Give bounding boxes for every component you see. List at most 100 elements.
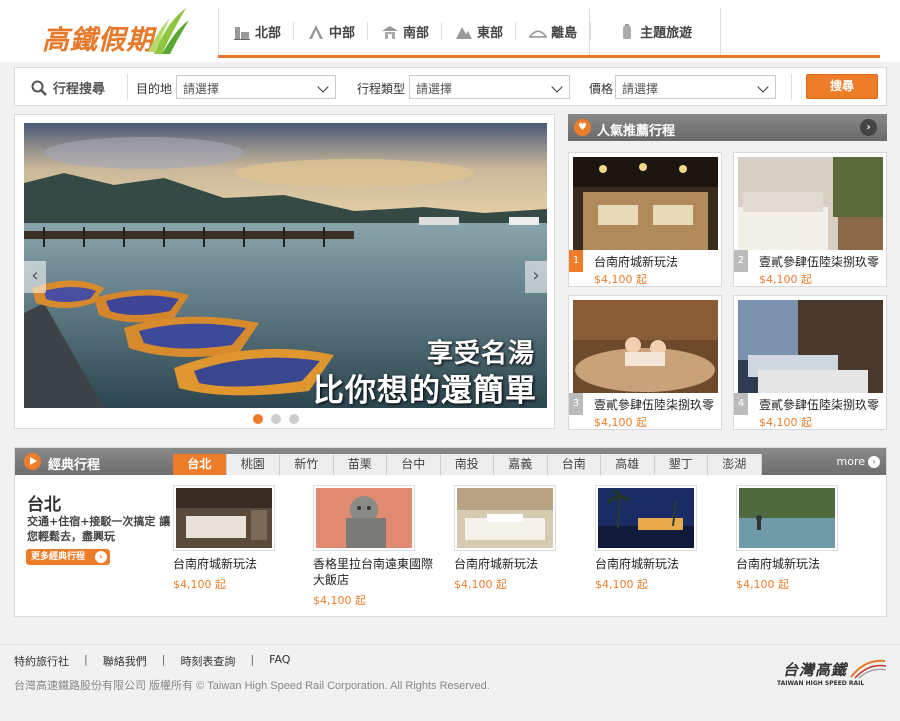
chevron-down-icon: [317, 81, 329, 93]
copyright-text: 台灣高速鐵路股份有限公司 版權所有 © Taiwan High Speed Ra…: [14, 680, 490, 692]
price-select[interactable]: 請選擇: [615, 75, 776, 99]
tab-city[interactable]: 高雄: [601, 454, 655, 475]
slide-dot-2[interactable]: [271, 414, 281, 424]
nav-label: 南部: [403, 26, 430, 41]
trip-type-label: 行程類型: [357, 82, 406, 96]
classic-more-link[interactable]: more ›: [837, 455, 880, 468]
trip-name: 壹貳參肆伍陸柒捌玖零: [759, 255, 880, 269]
tab-city[interactable]: 墾丁: [654, 454, 708, 475]
tab-city[interactable]: 台南: [547, 454, 601, 475]
logo-swoosh-icon: [148, 8, 189, 54]
chevron-right-icon: ›: [868, 455, 880, 468]
slide-dot-3[interactable]: [289, 414, 299, 424]
popular-card[interactable]: 3 壹貳參肆伍陸柒捌玖零 $4,100 起: [568, 295, 722, 430]
trip-name: 香格里拉台南遠東國際大飯店: [313, 557, 434, 587]
destination-label: 目的地: [136, 82, 173, 96]
trip-type-select[interactable]: 請選擇: [409, 75, 570, 99]
slide-next-arrow[interactable]: ›: [525, 261, 547, 293]
nav-label: 離島: [551, 26, 578, 41]
tower-icon: [309, 24, 324, 39]
trip-photo: [313, 485, 415, 551]
more-classic-trips-button[interactable]: 更多經典行程 ›: [26, 549, 110, 565]
popular-card[interactable]: 1 台南府城新玩法 $4,100 起: [568, 152, 722, 287]
search-icon: [31, 80, 47, 96]
nav-item-central[interactable]: 中部: [293, 8, 367, 55]
classic-card[interactable]: 香格里拉台南遠東國際大飯店 $4,100 起: [313, 485, 433, 608]
popular-trips-header: ♥ 人氣推薦行程 ›: [568, 114, 887, 141]
slide-prev-arrow[interactable]: ‹: [24, 261, 46, 293]
rank-badge: 1: [569, 250, 583, 272]
tab-city[interactable]: 新竹: [280, 454, 334, 475]
thsr-logo-en: TAIWAN HIGH SPEED RAIL: [777, 680, 865, 687]
footer-separator: |: [161, 653, 166, 666]
logo-text: 高鐵假期: [42, 25, 154, 56]
footer-link-contact[interactable]: 聯絡我們: [103, 653, 147, 669]
tab-city[interactable]: 桃園: [226, 454, 280, 475]
tab-city[interactable]: 台中: [387, 454, 441, 475]
search-title: 行程搜尋: [31, 78, 105, 97]
nav-label: 北部: [255, 26, 282, 41]
trip-name: 壹貳參肆伍陸柒捌玖零: [594, 398, 715, 412]
trip-price: $4,100 起: [594, 273, 647, 286]
classic-card[interactable]: 台南府城新玩法 $4,100 起: [736, 485, 846, 592]
nav-item-south[interactable]: 南部: [367, 8, 441, 55]
play-icon: [24, 453, 41, 470]
region-nav: 北部 中部 南部 東部 離島 主題旅遊: [218, 8, 881, 58]
tab-city[interactable]: 台北: [173, 454, 227, 475]
bridge-icon: [529, 29, 548, 38]
nav-item-themed-travel[interactable]: 主題旅遊: [589, 8, 720, 55]
lantern-icon: [623, 23, 632, 39]
trip-photo: [738, 300, 883, 393]
popular-card[interactable]: 2 壹貳參肆伍陸柒捌玖零 $4,100 起: [733, 152, 887, 287]
classic-trips-header: 經典行程 台北 桃園 新竹 苗栗 台中 南投 嘉義 台南 高雄 墾丁 澎湖 mo…: [15, 448, 886, 475]
footer-link-faq[interactable]: FAQ: [269, 653, 290, 669]
region-name: 台北: [27, 495, 61, 515]
slide-pagination: [253, 414, 299, 424]
thsr-logo[interactable]: 台灣高鐵 TAIWAN HIGH SPEED RAIL: [777, 655, 887, 689]
nav-item-north[interactable]: 北部: [219, 8, 293, 55]
thsr-logo-cn: 台灣高鐵: [783, 661, 848, 679]
tab-city[interactable]: 南投: [440, 454, 494, 475]
tab-city[interactable]: 嘉義: [494, 454, 548, 475]
popular-trips-title: 人氣推薦行程: [597, 124, 676, 139]
popular-more-button[interactable]: ›: [860, 119, 877, 136]
trip-name: 台南府城新玩法: [173, 557, 258, 571]
classic-card[interactable]: 台南府城新玩法 $4,100 起: [173, 485, 283, 592]
classic-card[interactable]: 台南府城新玩法 $4,100 起: [454, 485, 564, 592]
trip-photo: [573, 157, 718, 250]
footer-link-timetable[interactable]: 時刻表查詢: [180, 653, 235, 669]
thsr-swoosh-icon: [850, 659, 887, 679]
nav-item-east[interactable]: 東部: [441, 8, 515, 55]
nav-label: 中部: [329, 26, 356, 41]
slide-caption-line2: 比你想的還簡單: [313, 373, 537, 408]
footer-separator: |: [250, 653, 255, 666]
trip-price: $4,100 起: [594, 416, 647, 429]
chevron-down-icon: [757, 81, 769, 93]
popular-card[interactable]: 4 壹貳參肆伍陸柒捌玖零 $4,100 起: [733, 295, 887, 430]
slide-dot-1[interactable]: [253, 414, 263, 424]
trip-photo: [573, 300, 718, 393]
tab-city[interactable]: 苗栗: [333, 454, 387, 475]
trip-name: 台南府城新玩法: [594, 255, 679, 269]
site-logo[interactable]: 高鐵假期: [40, 6, 190, 58]
search-button[interactable]: 搜尋: [806, 74, 878, 99]
trip-photo: [595, 485, 697, 551]
trip-name: 壹貳參肆伍陸柒捌玖零: [759, 398, 880, 412]
classic-card[interactable]: 台南府城新玩法 $4,100 起: [595, 485, 705, 592]
trip-price: $4,100 起: [595, 578, 648, 591]
destination-select[interactable]: 請選擇: [176, 75, 336, 99]
footer-link-agencies[interactable]: 特約旅行社: [14, 653, 69, 669]
hero-slideshow: 享受名湯 比你想的還簡單 ‹ ›: [14, 114, 555, 429]
heart-icon: ♥: [574, 119, 591, 136]
trip-price: $4,100 起: [759, 273, 812, 286]
chevron-down-icon: [551, 81, 563, 93]
tab-city[interactable]: 澎湖: [708, 454, 762, 475]
nav-item-islands[interactable]: 離島: [515, 8, 589, 55]
trip-name: 台南府城新玩法: [736, 557, 821, 571]
footer-links: 特約旅行社 | 聯絡我們 | 時刻表查詢 | FAQ: [14, 653, 290, 669]
trip-search-bar: 行程搜尋 目的地 請選擇 行程類型 請選擇 價格 請選擇 搜尋: [14, 67, 887, 106]
hero-slide[interactable]: 享受名湯 比你想的還簡單 ‹ ›: [24, 123, 547, 408]
classic-trips-title: 經典行程: [48, 458, 101, 473]
site-header: 高鐵假期 北部 中部 南部 東部 離島 主題旅遊: [0, 0, 900, 62]
trip-photo: [454, 485, 556, 551]
